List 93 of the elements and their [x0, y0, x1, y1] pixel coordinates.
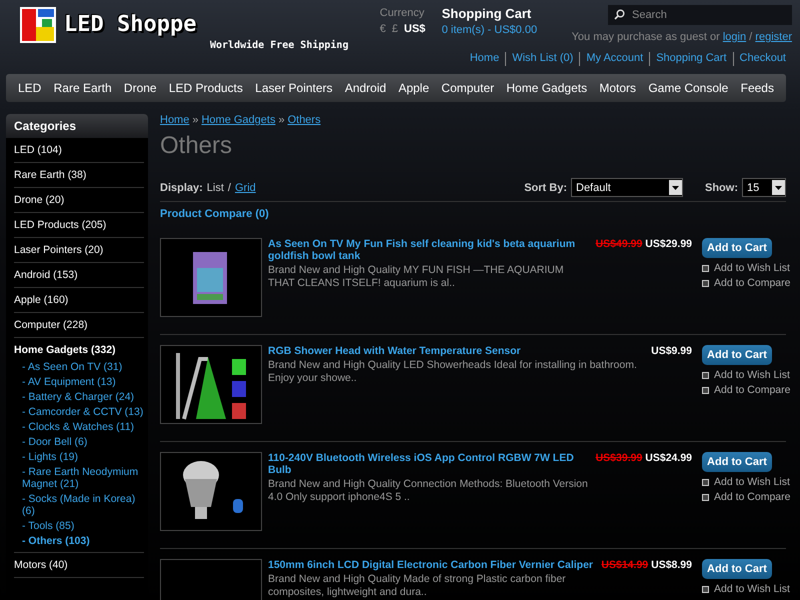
nav-item[interactable]: LED Products: [168, 81, 243, 95]
category-item[interactable]: Motors (40): [14, 553, 144, 578]
page-title: Others: [160, 132, 234, 160]
product-description: Brand New and High Quality Made of strong Plastic carbon fiber composites, lightweight and dura..: [268, 573, 567, 598]
header-link[interactable]: Home: [464, 52, 506, 66]
nav-item[interactable]: Android: [344, 81, 386, 95]
price: US$8.99: [651, 559, 692, 571]
sort-select[interactable]: Default: [571, 178, 683, 197]
product-compare-link[interactable]: Product Compare (0): [160, 208, 786, 220]
sort-label: Sort By:: [524, 182, 567, 194]
display-label: Display:: [160, 182, 203, 194]
category-item[interactable]: Apple (160): [14, 288, 144, 313]
subcategory-item[interactable]: - Others (103): [14, 533, 144, 548]
category-item[interactable]: Android (153): [14, 263, 144, 288]
subcategory-item[interactable]: - As Seen On TV (31): [14, 359, 144, 374]
nav-item[interactable]: Drone: [124, 81, 157, 95]
header-link[interactable]: Shopping Cart: [649, 52, 733, 66]
product-image[interactable]: [160, 452, 262, 531]
breadcrumb-separator: »: [278, 114, 285, 126]
product-image[interactable]: [160, 238, 262, 317]
nav-item[interactable]: Rare Earth: [54, 81, 112, 95]
old-price: US$14.99: [601, 559, 648, 571]
register-link[interactable]: register: [755, 31, 792, 43]
nav-item[interactable]: Computer: [441, 81, 494, 95]
show-select[interactable]: 15: [742, 178, 786, 197]
nav-item[interactable]: Home Gadgets: [506, 81, 588, 95]
caret-icon: [672, 186, 679, 190]
caret-icon: [775, 186, 782, 190]
separator-text: /: [228, 182, 231, 194]
add-to-cart-button[interactable]: Add to Cart: [702, 345, 772, 365]
product-name-link[interactable]: RGB Shower Head with Water Temperature Sensor: [268, 345, 646, 357]
product-name-link[interactable]: 110-240V Bluetooth Wireless iOS App Control RGBW 7W LED Bulb: [268, 452, 590, 476]
subcategory-item[interactable]: - Socks (Made in Korea) (6): [14, 491, 144, 518]
cart-title: Shopping Cart: [442, 6, 532, 21]
old-price: US$39.99: [596, 452, 642, 464]
currency-option[interactable]: £: [392, 23, 398, 35]
category-item[interactable]: Computer (228): [14, 313, 144, 338]
show-label: Show:: [705, 182, 738, 194]
price: US$9.99: [651, 345, 692, 357]
price: US$24.99: [645, 452, 692, 464]
nav-item[interactable]: Motors: [599, 81, 636, 95]
subcategory-item[interactable]: - Door Bell (6): [14, 434, 144, 449]
guest-text: You may purchase as guest or: [572, 31, 721, 43]
subcategory-item[interactable]: - Clocks & Watches (11): [14, 419, 144, 434]
product-description: Brand New and High Quality MY FUN FISH —THE AQUARIUM THAT CLEANS ITSELF! aquarium is al..: [268, 264, 565, 289]
subcategory-item[interactable]: - Camcorder & CCTV (13): [14, 404, 144, 419]
nav-item[interactable]: Laser Pointers: [255, 81, 333, 95]
nav-item[interactable]: Apple: [398, 81, 430, 95]
subcategory-item[interactable]: - Lights (19): [14, 449, 144, 464]
nav-item[interactable]: Game Console: [648, 81, 728, 95]
search-field[interactable]: Search: [608, 5, 792, 25]
currency-option[interactable]: US$: [404, 23, 426, 35]
separator-text: /: [748, 31, 754, 43]
currency-option[interactable]: €: [380, 23, 386, 35]
category-item[interactable]: Laser Pointers (20): [14, 238, 144, 263]
category-item[interactable]: Drone (20): [14, 188, 144, 213]
subcategory-item[interactable]: - Rare Earth Neodymium Magnet (21): [14, 464, 144, 491]
categories-title: Categories: [6, 114, 148, 138]
subcategory-item[interactable]: - AV Equipment (13): [14, 374, 144, 389]
login-link[interactable]: login: [722, 31, 746, 43]
display-option-link[interactable]: Grid: [234, 182, 256, 194]
price: US$29.99: [645, 238, 692, 250]
header-link[interactable]: Checkout: [732, 52, 792, 66]
subcategory-item[interactable]: - Tools (85): [14, 518, 144, 533]
header-link[interactable]: My Account: [579, 52, 650, 66]
old-price: US$49.99: [596, 238, 642, 250]
category-item[interactable]: Rare Earth (38): [14, 163, 144, 188]
breadcrumb-link[interactable]: Home: [160, 114, 190, 126]
display-option: List: [206, 182, 224, 194]
nav-item[interactable]: LED: [18, 81, 42, 95]
add-to-cart-button[interactable]: Add to Cart: [702, 452, 772, 472]
category-item[interactable]: LED (104): [14, 138, 144, 163]
product-description: Brand New and High Quality Connection Methods: Bluetooth Version 4.0 Only support iphone4S 5 ..: [268, 478, 589, 503]
tagline: Worldwide Free Shipping: [210, 40, 348, 51]
product-name-link[interactable]: 150mm 6inch LCD Digital Electronic Carbon Fiber Vernier Caliper: [268, 559, 596, 571]
cart-summary-link[interactable]: 0 item(s) - US$0.00: [442, 24, 538, 36]
product-name-link[interactable]: As Seen On TV My Fun Fish self cleaning kid's beta aquarium goldfish bowl tank: [268, 238, 590, 262]
subcategory-item[interactable]: - Battery & Charger (24): [14, 389, 144, 404]
breadcrumb-link[interactable]: Home Gadgets: [201, 114, 276, 126]
category-item[interactable]: Home Gadgets (332): [14, 344, 144, 356]
category-item[interactable]: LED Products (205): [14, 213, 144, 238]
add-to-cart-button[interactable]: Add to Cart: [702, 559, 772, 579]
add-to-cart-button[interactable]: Add to Cart: [702, 238, 772, 258]
breadcrumb-link[interactable]: Others: [288, 114, 321, 126]
product-description: Brand New and High Quality LED Showerheads Ideal for installing in bathroom. Enjoy your showe..: [268, 359, 638, 384]
header-link[interactable]: Wish List (0): [505, 52, 580, 66]
logo-text: LED Shoppe: [64, 12, 196, 37]
breadcrumb-separator: »: [192, 114, 198, 126]
nav-item[interactable]: Feeds: [740, 81, 774, 95]
product-image[interactable]: [160, 345, 262, 424]
currency-label: Currency: [380, 7, 426, 19]
search-icon: [614, 9, 625, 20]
logo-icon: [20, 6, 56, 42]
